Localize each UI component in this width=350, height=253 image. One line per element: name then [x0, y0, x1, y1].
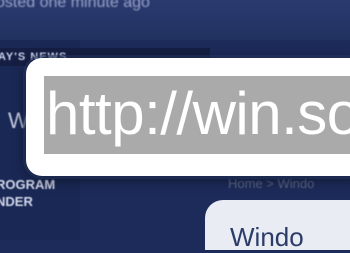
breadcrumb[interactable]: Home > Windo: [228, 176, 314, 191]
program-finder-line2: NDER: [0, 194, 33, 209]
program-finder-link[interactable]: ROGRAM NDER: [0, 176, 55, 210]
url-text[interactable]: http://win.so: [46, 78, 350, 150]
posted-time-text: osted one minute ago: [0, 0, 150, 11]
address-bar[interactable]: http://win.so: [44, 76, 350, 154]
top-bar: osted one minute ago: [0, 0, 350, 40]
program-finder-line1: ROGRAM: [0, 177, 56, 192]
article-title: Windo: [230, 222, 304, 252]
